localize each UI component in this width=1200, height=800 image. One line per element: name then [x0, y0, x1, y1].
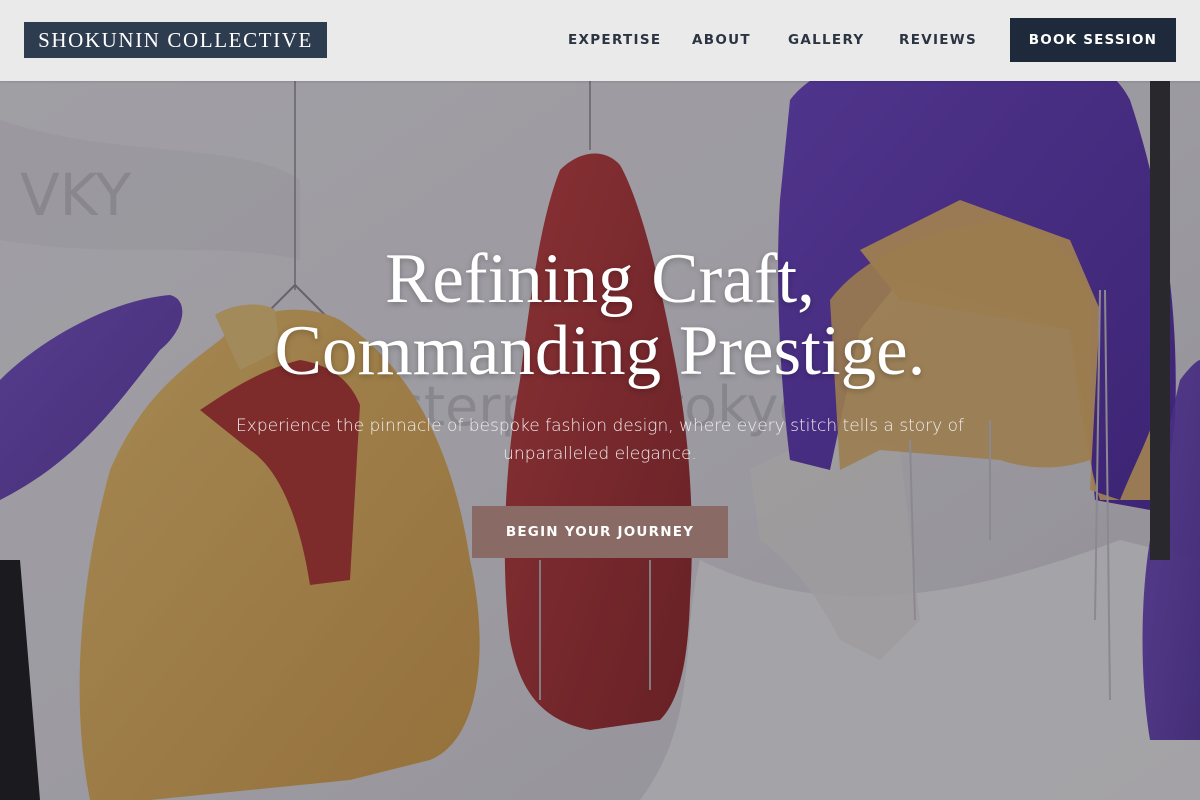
hero-subtitle: Experience the pinnacle of bespoke fashi…	[236, 416, 964, 464]
begin-journey-button[interactable]: BEGIN YOUR JOURNEY	[472, 506, 728, 558]
hero-overlay	[0, 0, 1200, 800]
site-header: SHOKUNIN COLLECTIVE EXPERTISE ABOUT GALL…	[0, 0, 1200, 81]
nav-link-gallery[interactable]: GALLERY	[788, 18, 865, 62]
nav-link-reviews[interactable]: REVIEWS	[899, 18, 977, 62]
hero-title: Refining Craft, Commanding Prestige.	[0, 243, 1200, 387]
nav-link-about[interactable]: ABOUT	[692, 18, 751, 62]
book-session-button[interactable]: BOOK SESSION	[1010, 18, 1176, 62]
hero-section: VKY masterpiece tokyo Refining Craft, Co…	[0, 0, 1200, 800]
hero-title-line-1: Refining Craft,	[385, 240, 815, 318]
nav-link-expertise[interactable]: EXPERTISE	[568, 18, 661, 62]
hero-title-line-2: Commanding Prestige.	[274, 312, 926, 390]
